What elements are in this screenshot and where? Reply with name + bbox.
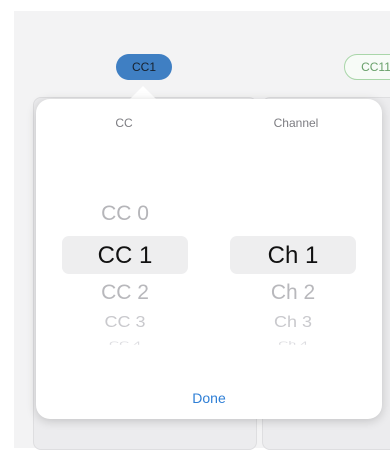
tab-cc1[interactable]: CC1	[116, 54, 172, 80]
channel-wheel-row[interactable]: Ch 4	[230, 339, 356, 345]
channel-wheel-row[interactable]: Ch 2	[230, 281, 356, 305]
popover-arrow	[130, 86, 156, 99]
channel-wheel-picker[interactable]: Ch 1 Ch 2 Ch 3 Ch 4	[230, 99, 356, 419]
cc-wheel-picker[interactable]: CC 0 CC 1 CC 2 CC 3 CC 4	[62, 99, 188, 419]
cc-channel-picker-popover: CC Channel CC 0 CC 1 CC 2 CC 3 CC 4 Ch 1…	[36, 99, 382, 419]
channel-wheel-row[interactable]: Ch 3	[230, 314, 356, 332]
channel-wheel-row-selected[interactable]: Ch 1	[230, 242, 356, 270]
cc-wheel-row[interactable]: CC 2	[62, 281, 188, 305]
cc-wheel-row[interactable]: CC 3	[62, 314, 188, 332]
cc-wheel-row[interactable]: CC 0	[62, 202, 188, 226]
done-button[interactable]: Done	[174, 388, 244, 408]
cc-wheel-row-selected[interactable]: CC 1	[62, 242, 188, 270]
tab-cc11[interactable]: CC11	[344, 54, 390, 80]
cc-wheel-row[interactable]: CC 4	[62, 339, 188, 345]
